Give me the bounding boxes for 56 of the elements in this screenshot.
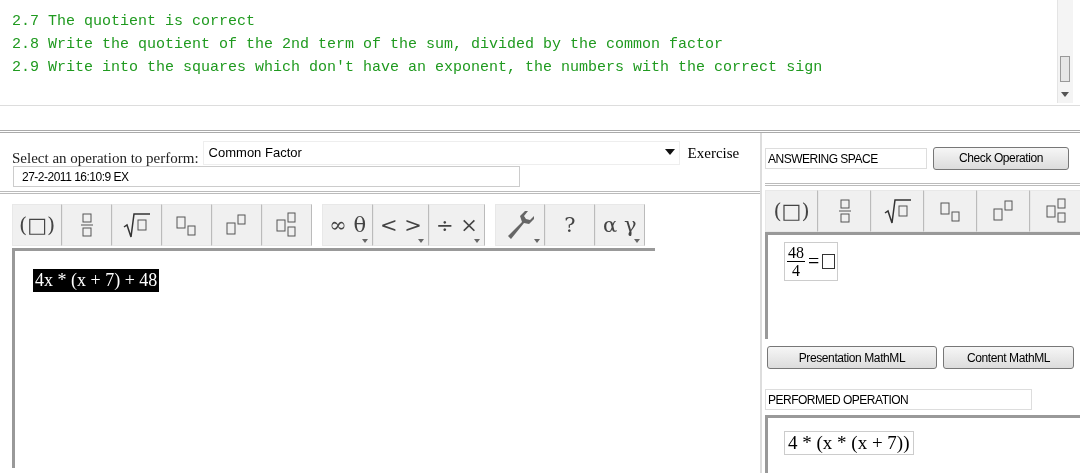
toolbar-button[interactable] (871, 190, 924, 232)
caret-icon (417, 239, 424, 243)
square-root-icon (123, 212, 152, 238)
toolbar-button[interactable] (1030, 190, 1080, 232)
toolbar-button[interactable] (924, 190, 977, 232)
toolbar-button[interactable]: ∞ θ (322, 204, 374, 246)
performed-operation-field[interactable]: PERFORMED OPERATION (765, 389, 1032, 410)
operation-label: Select an operation to perform: (12, 150, 199, 167)
operation-dropdown[interactable]: Common Factor (202, 141, 680, 165)
denominator: 4 (792, 262, 800, 279)
toolbar-button[interactable]: < > (373, 204, 429, 246)
toolbar-button[interactable]: ÷ × (428, 204, 485, 246)
scrollbar[interactable] (1057, 0, 1073, 103)
scroll-thumb[interactable] (1060, 56, 1070, 82)
caret-icon (633, 239, 640, 243)
subscript-icon (939, 200, 962, 222)
toolbar-button[interactable] (494, 204, 545, 246)
superscript-icon (992, 200, 1015, 222)
log-line: 2.7 The quotient is correct (12, 12, 256, 32)
math-editor[interactable]: 4x * (x + 7) + 48 (12, 248, 655, 468)
numerator: 48 (787, 244, 805, 262)
log-line: 2.9 Write into the squares which don't have an exponent, the numbers with the correct sign (12, 58, 823, 78)
empty-square[interactable] (822, 254, 836, 269)
mathml-button[interactable]: Content MathML (943, 346, 1074, 369)
scroll-down-icon[interactable] (1061, 92, 1069, 97)
toolbar-button[interactable] (818, 190, 871, 232)
square-root-icon (883, 198, 912, 224)
toolbar-button[interactable] (212, 204, 263, 246)
log-line: 2.8 Write the quotient of the 2nd term of the sum, divided by the common factor (12, 35, 724, 55)
fraction-icon (838, 199, 851, 223)
caret-icon (533, 239, 540, 243)
toolbar-button[interactable] (162, 204, 213, 246)
dropdown-arrow-icon[interactable] (664, 149, 675, 155)
toolbar-button[interactable] (62, 204, 113, 246)
mode-label: Exercise (687, 145, 740, 162)
caret-icon (362, 239, 369, 243)
mathml-button[interactable]: Presentation MathML (767, 346, 937, 369)
fraction-icon (81, 213, 94, 237)
equals-sign: = (808, 250, 820, 273)
subscript-superscript-icon (1045, 198, 1068, 224)
caret-icon (473, 239, 480, 243)
toolbar-button[interactable] (262, 204, 313, 246)
subscript-icon (176, 214, 199, 236)
subscript-superscript-icon (276, 212, 299, 238)
toolbar-button[interactable]: α γ (594, 204, 645, 246)
answering-space-field[interactable]: ANSWERING SPACE (765, 147, 927, 169)
toolbar-button[interactable] (112, 204, 163, 246)
check-operation-button[interactable]: Check Operation (933, 146, 1069, 170)
superscript-icon (226, 214, 249, 236)
math-expression: 4x * (x + 7) + 48 (33, 269, 160, 292)
toolbar-button[interactable]: (□) (765, 190, 818, 232)
math-expression: 4 * (x * (x + 7)) (784, 431, 914, 455)
toolbar-button[interactable]: ? (544, 204, 595, 246)
toolbar-button[interactable] (977, 190, 1030, 232)
toolbar-button[interactable]: (□) (12, 204, 63, 246)
timestamp-field[interactable]: 27-2-2011 16:10:9 EX (13, 166, 520, 187)
